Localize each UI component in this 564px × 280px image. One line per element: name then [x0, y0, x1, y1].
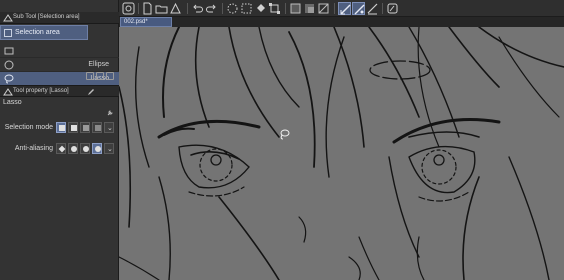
toolbar-divider [222, 3, 223, 14]
bucket-icon [257, 4, 265, 12]
selection-mode-dropdown[interactable]: ⌄ [104, 122, 114, 133]
snap-to-ruler-button[interactable] [338, 2, 351, 15]
diamond-icon [58, 145, 66, 153]
save-icon [170, 2, 181, 14]
toolbar-divider [285, 3, 286, 14]
delete-subtool-icon[interactable] [106, 72, 114, 80]
transform-button[interactable] [268, 2, 281, 15]
pen-pressure-icon [387, 3, 398, 14]
save-button[interactable] [169, 2, 182, 15]
new-selection-button[interactable] [56, 122, 66, 133]
subtool-tab-label: Selection area [15, 29, 60, 36]
anti-aliasing-medium-button[interactable] [80, 143, 90, 154]
drawing-canvas[interactable] [119, 27, 564, 280]
reference-icon [305, 4, 314, 13]
tool-name: Lasso [3, 99, 22, 106]
anti-aliasing-dropdown[interactable]: ⌄ [104, 143, 114, 154]
anti-aliasing-strong-button[interactable] [92, 143, 102, 154]
dotted-circle-icon [227, 3, 238, 14]
subtool-item-label: Ellipse [88, 61, 109, 68]
circle-medium-icon [83, 146, 89, 152]
clear-selection-button[interactable] [226, 2, 239, 15]
tool-property-icon [3, 88, 13, 96]
document-tab-label: 002.psd* [124, 19, 148, 25]
lasso-icon [4, 74, 14, 84]
app-icon [122, 2, 135, 15]
add-selection-button[interactable] [68, 122, 78, 133]
subtool-item-rectangle[interactable] [0, 44, 119, 58]
ruler-snap-icon [340, 4, 351, 15]
selection-tool-icon [3, 14, 13, 22]
remove-selection-button[interactable] [80, 122, 90, 133]
command-bar [119, 0, 564, 17]
select-all-icon [241, 3, 252, 14]
pen-setting-button[interactable] [386, 2, 399, 15]
pen-icon[interactable] [87, 88, 95, 96]
tool-property-title: Tool property [Lasso] [13, 88, 69, 94]
toolbar-divider [334, 3, 335, 14]
reference-layer-button[interactable] [303, 2, 316, 15]
create-custom-subtool-icon[interactable] [86, 72, 94, 80]
select-all-button[interactable] [240, 2, 253, 15]
tool-property-header[interactable]: Tool property [Lasso] [0, 85, 119, 97]
layer-icon [290, 3, 301, 14]
draft-icon [318, 3, 329, 14]
sketch-artwork [119, 27, 564, 280]
new-file-button[interactable] [141, 2, 154, 15]
intersect-selection-button[interactable] [92, 122, 102, 133]
remove-selection-icon [83, 125, 89, 131]
selection-area-icon [4, 29, 12, 37]
snap-to-special-ruler-button[interactable] [352, 2, 365, 15]
duplicate-subtool-icon[interactable] [96, 72, 104, 80]
undo-button[interactable] [191, 2, 204, 15]
grid-snap-icon [367, 3, 378, 15]
left-panel: Sub Tool [Selection area] Selection area… [0, 0, 119, 280]
redo-icon [206, 4, 216, 13]
layer-option-button[interactable] [289, 2, 302, 15]
selection-mode-row: Selection mode ⌄ [0, 120, 119, 136]
open-folder-icon [155, 5, 168, 14]
circle-strong-icon [95, 146, 101, 152]
ellipse-icon [4, 60, 14, 70]
wrench-icon[interactable] [107, 110, 113, 116]
anti-aliasing-weak-button[interactable] [68, 143, 78, 154]
special-ruler-snap-icon [354, 4, 365, 15]
new-selection-icon [59, 125, 65, 131]
subtool-actions [86, 72, 114, 82]
toolbar-divider [382, 3, 383, 14]
snap-to-grid-button[interactable] [366, 2, 379, 15]
subtool-item-ellipse[interactable]: Ellipse [0, 58, 119, 72]
chevron-down-icon: ⌄ [107, 125, 113, 132]
new-file-icon [143, 2, 152, 15]
open-file-button[interactable] [155, 2, 168, 15]
circle-weak-icon [71, 146, 77, 152]
selection-mode-label: Selection mode [4, 124, 53, 131]
anti-aliasing-row: Anti-aliasing ⌄ [0, 141, 119, 157]
subtool-header-title: Sub Tool [Selection area] [13, 14, 80, 20]
redo-button[interactable] [205, 2, 218, 15]
fill-button[interactable] [254, 2, 267, 15]
chevron-down-icon: ⌄ [107, 146, 113, 153]
subtool-palette-header[interactable]: Sub Tool [Selection area] [0, 12, 119, 24]
anti-aliasing-label: Anti-aliasing [14, 145, 53, 152]
document-tab[interactable]: 002.psd* [120, 17, 172, 27]
add-selection-icon [71, 125, 77, 131]
anti-aliasing-none-button[interactable] [56, 143, 66, 154]
document-tab-bar: 002.psd* [119, 17, 564, 27]
transform-icon [269, 3, 280, 14]
undo-icon [193, 4, 203, 13]
toolbar-divider [138, 3, 139, 14]
lasso-cursor-icon [280, 129, 290, 140]
subtool-group-tab[interactable]: Selection area [0, 25, 88, 40]
rectangle-icon [4, 47, 14, 55]
intersect-selection-icon [95, 125, 101, 131]
app-menu-button[interactable] [122, 2, 135, 15]
toolbar-divider [187, 3, 188, 14]
draft-layer-button[interactable] [317, 2, 330, 15]
